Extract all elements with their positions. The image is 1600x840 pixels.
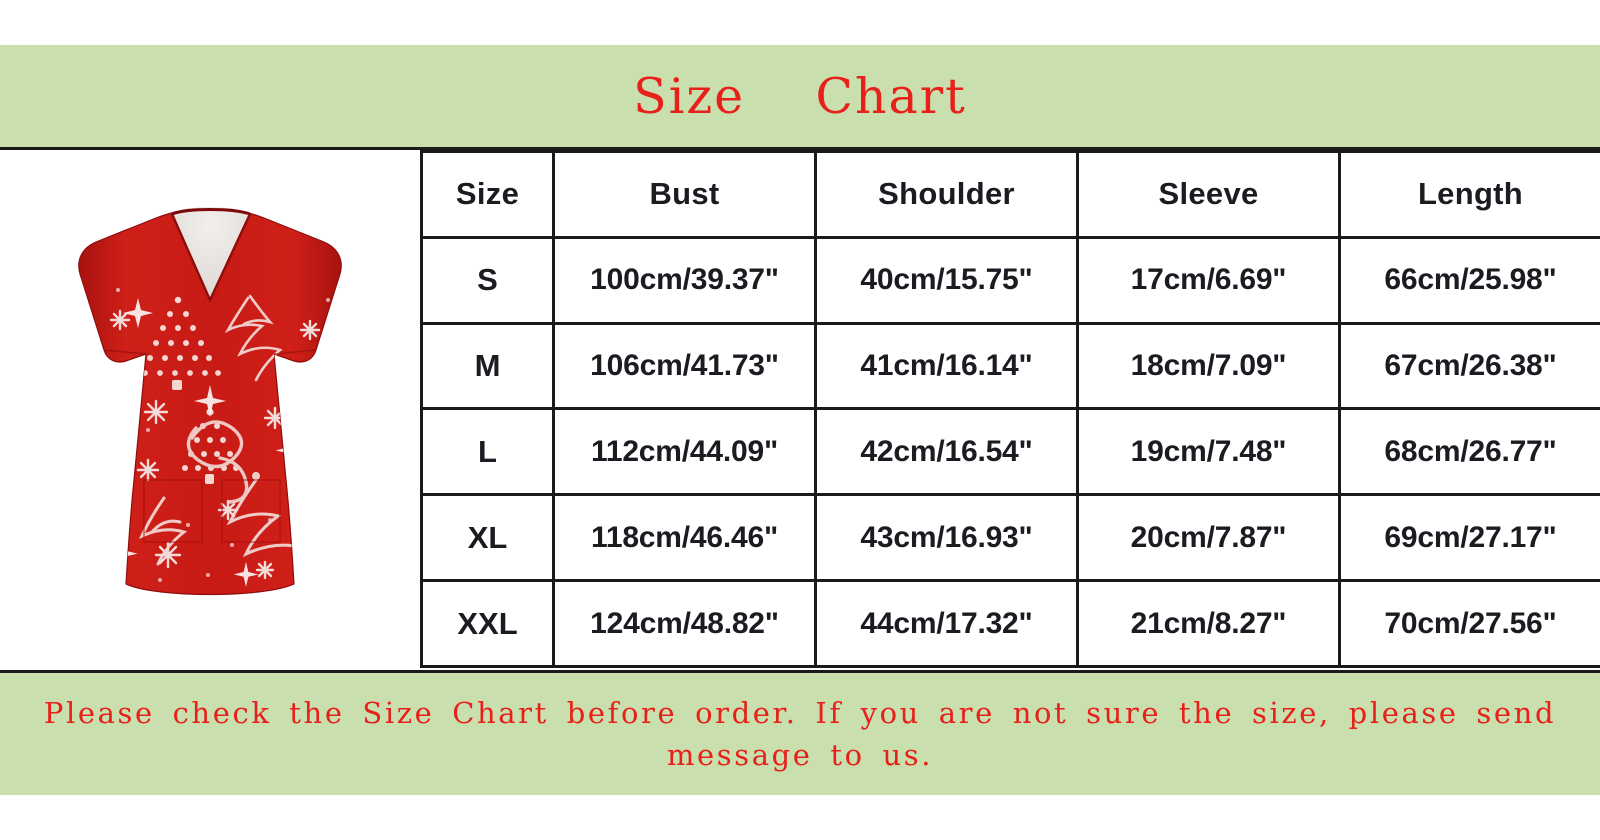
table-row: XL 118cm/46.46" 43cm/16.93" 20cm/7.87" 6… [420, 493, 1600, 583]
column-header-length: Length [1338, 150, 1600, 239]
cell-size-m: M [420, 321, 555, 411]
column-header-bust: Bust [552, 150, 817, 239]
footer-note-text: Please check the Size Chart before order… [43, 695, 1557, 772]
cell-length-xl: 69cm/27.17" [1338, 493, 1600, 583]
cell-size-xl: XL [420, 493, 555, 583]
cell-length-xxl: 70cm/27.56" [1338, 579, 1600, 668]
cell-sleeve-xxl: 21cm/8.27" [1076, 579, 1341, 668]
page-title: Size Chart [633, 67, 967, 125]
column-header-size: Size [420, 150, 555, 239]
shirt-body [78, 207, 342, 596]
cell-bust-xl: 118cm/46.46" [552, 493, 817, 583]
cell-size-xxl: XXL [420, 579, 555, 668]
cell-length-l: 68cm/26.77" [1338, 407, 1600, 497]
table-row: L 112cm/44.09" 42cm/16.54" 19cm/7.48" 68… [420, 407, 1600, 497]
cell-bust-m: 106cm/41.73" [552, 321, 817, 411]
title-band: Size Chart [0, 45, 1600, 150]
column-header-sleeve: Sleeve [1076, 150, 1341, 239]
cell-length-s: 66cm/25.98" [1338, 235, 1600, 325]
table-row: XXL 124cm/48.82" 44cm/17.32" 21cm/8.27" … [420, 579, 1600, 668]
cell-bust-s: 100cm/39.37" [552, 235, 817, 325]
cell-size-s: S [420, 235, 555, 325]
size-chart-page: Size Chart Size Bust Shoulder Sleeve Len… [0, 0, 1600, 840]
cell-shoulder-m: 41cm/16.14" [814, 321, 1079, 411]
cell-bust-xxl: 124cm/48.82" [552, 579, 817, 668]
cell-shoulder-xxl: 44cm/17.32" [814, 579, 1079, 668]
cell-sleeve-s: 17cm/6.69" [1076, 235, 1341, 325]
product-image-pane [0, 150, 420, 670]
product-photo-scrub-top [78, 207, 342, 596]
top-white-margin [0, 0, 1600, 45]
cell-sleeve-l: 19cm/7.48" [1076, 407, 1341, 497]
footer-note-band: Please check the Size Chart before order… [0, 670, 1600, 795]
cell-shoulder-l: 42cm/16.54" [814, 407, 1079, 497]
table-row: S 100cm/39.37" 40cm/15.75" 17cm/6.69" 66… [420, 235, 1600, 325]
size-chart-table: Size Bust Shoulder Sleeve Length S 100cm… [420, 150, 1600, 668]
content-area: Size Bust Shoulder Sleeve Length S 100cm… [0, 150, 1600, 670]
table-header-row: Size Bust Shoulder Sleeve Length [420, 150, 1600, 239]
cell-size-l: L [420, 407, 555, 497]
bottom-white-margin [0, 795, 1600, 840]
cell-shoulder-xl: 43cm/16.93" [814, 493, 1079, 583]
cell-shoulder-s: 40cm/15.75" [814, 235, 1079, 325]
cell-bust-l: 112cm/44.09" [552, 407, 817, 497]
table-row: M 106cm/41.73" 41cm/16.14" 18cm/7.09" 67… [420, 321, 1600, 411]
column-header-shoulder: Shoulder [814, 150, 1079, 239]
cell-sleeve-m: 18cm/7.09" [1076, 321, 1341, 411]
size-table-container: Size Bust Shoulder Sleeve Length S 100cm… [420, 150, 1600, 670]
cell-length-m: 67cm/26.38" [1338, 321, 1600, 411]
cell-sleeve-xl: 20cm/7.87" [1076, 493, 1341, 583]
